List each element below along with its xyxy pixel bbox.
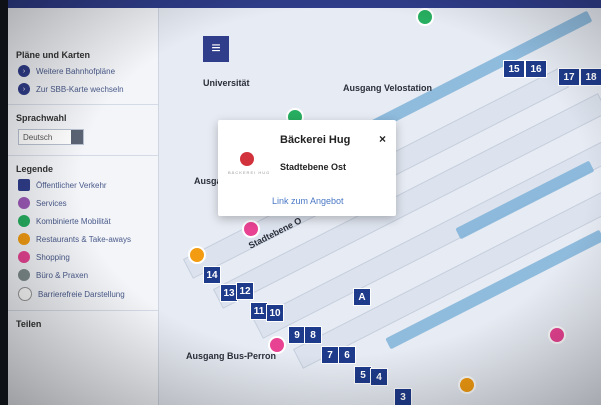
share-section-title: Teilen: [16, 319, 42, 329]
platform-marker-15[interactable]: 15: [503, 60, 525, 78]
poi-restaurant-icon[interactable]: [188, 246, 206, 264]
mobility-icon: [18, 215, 30, 227]
plans-section: Pläne und Karten › Weitere Bahnhofpläne …: [8, 8, 158, 105]
poi-mobility-icon[interactable]: [416, 8, 434, 26]
legend-item-buero-praxen[interactable]: Büro & Praxen: [8, 266, 158, 284]
poi-shopping-icon[interactable]: [268, 336, 286, 354]
legend-item-label: Services: [36, 198, 67, 208]
poi-shopping-icon[interactable]: [548, 326, 566, 344]
sector-marker-a[interactable]: A: [353, 288, 371, 306]
legend-item-label: Barrierefreie Darstellung: [38, 289, 125, 299]
legend-item-label: Restaurants & Take-aways: [36, 234, 132, 244]
close-icon[interactable]: ×: [379, 132, 386, 146]
chevron-down-icon: [71, 130, 83, 144]
platform-marker-12[interactable]: 12: [236, 282, 254, 300]
poi-shopping-icon[interactable]: [242, 220, 260, 238]
screen: Universität Ausgang Velostation Ausgang …: [8, 0, 601, 405]
restaurant-icon: [18, 233, 30, 245]
public-transport-icon: [18, 179, 30, 191]
platform-marker-10[interactable]: 10: [266, 304, 284, 322]
sidebar-item-weitere-plaene[interactable]: › Weitere Bahnhofpläne: [8, 62, 158, 80]
language-section: Sprachwahl Deutsch: [8, 105, 158, 156]
sidebar: Pläne und Karten › Weitere Bahnhofpläne …: [8, 8, 159, 405]
legend-item-shopping[interactable]: Shopping: [8, 248, 158, 266]
legend-item-label: Büro & Praxen: [36, 270, 89, 280]
platform-marker-6[interactable]: 6: [338, 346, 356, 364]
logo-text: BÄCKEREI HUG: [228, 170, 271, 175]
legend-item-label: Shopping: [36, 252, 70, 262]
poi-popup: Bäckerei Hug × BÄCKEREI HUG Stadtebene O…: [218, 120, 396, 216]
platform-marker-4[interactable]: 4: [370, 368, 388, 386]
services-icon: [18, 197, 30, 209]
legend-item-services[interactable]: Services: [8, 194, 158, 212]
legend-item-restaurants[interactable]: Restaurants & Take-aways: [8, 230, 158, 248]
plans-section-title: Pläne und Karten: [16, 50, 91, 60]
map-label-ausgang-velostation: Ausgang Velostation: [343, 83, 433, 93]
arrow-icon: ›: [18, 65, 30, 77]
map-label-ausgang-bus-perron: Ausgang Bus-Perron: [186, 351, 277, 361]
poi-restaurant-icon[interactable]: [458, 376, 476, 394]
language-select[interactable]: Deutsch: [18, 129, 84, 145]
platform-marker-17[interactable]: 17: [558, 68, 580, 86]
arrow-icon: ›: [18, 83, 30, 95]
legend-item-label: Kombinierte Mobilität: [36, 216, 111, 226]
sidebar-item-label: Weitere Bahnhofpläne: [36, 66, 116, 76]
shopping-icon: [18, 251, 30, 263]
baeckerei-hug-logo: [240, 152, 254, 166]
offer-link[interactable]: Link zum Angebot: [272, 196, 344, 206]
language-section-title: Sprachwahl: [16, 113, 67, 123]
platform-marker-18[interactable]: 18: [580, 68, 601, 86]
platform-marker-14[interactable]: 14: [203, 266, 221, 284]
popup-floor: Stadtebene Ost: [280, 162, 347, 172]
legend-item-oeffentlicher-verkehr[interactable]: Öffentlicher Verkehr: [8, 176, 158, 194]
legend-section: Legende Öffentlicher Verkehr Services Ko…: [8, 156, 158, 311]
sidebar-item-label: Zur SBB-Karte wechseln: [36, 84, 124, 94]
share-section: Teilen: [8, 311, 158, 337]
platform-marker-16[interactable]: 16: [525, 60, 547, 78]
checkbox-icon: [18, 287, 32, 301]
popup-title: Bäckerei Hug: [280, 134, 351, 146]
platform-marker-3[interactable]: 3: [394, 388, 412, 405]
legend-section-title: Legende: [16, 164, 54, 174]
language-select-value: Deutsch: [23, 132, 53, 142]
legend-item-kombinierte-mobilitaet[interactable]: Kombinierte Mobilität: [8, 212, 158, 230]
platform-marker-8[interactable]: 8: [304, 326, 322, 344]
map-label-universitat: Universität: [203, 78, 250, 88]
sidebar-item-sbb-karte[interactable]: › Zur SBB-Karte wechseln: [8, 80, 158, 98]
platform-marker-7[interactable]: 7: [321, 346, 339, 364]
hamburger-menu-icon[interactable]: ≡: [203, 36, 229, 62]
office-icon: [18, 269, 30, 281]
top-bar: [8, 0, 601, 8]
legend-item-label: Öffentlicher Verkehr: [36, 180, 107, 190]
legend-item-barrierefrei[interactable]: Barrierefreie Darstellung: [8, 284, 158, 304]
